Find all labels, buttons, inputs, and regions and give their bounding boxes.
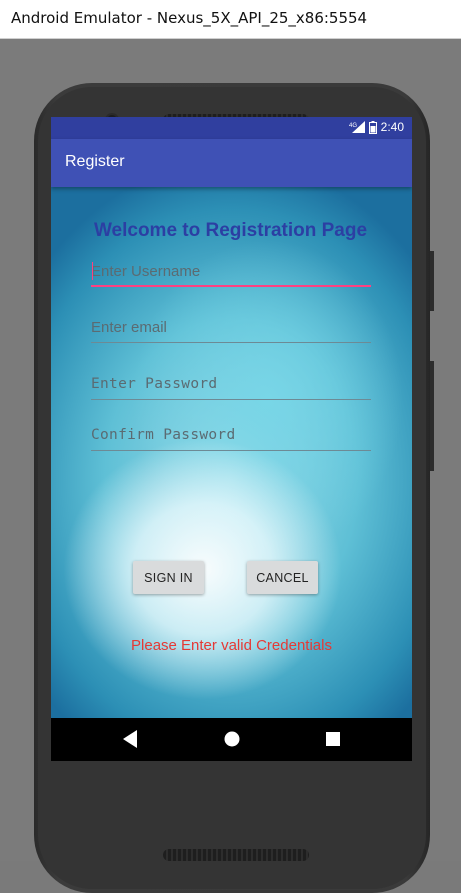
email-field-container (91, 313, 371, 343)
email-underline (91, 342, 371, 343)
volume-button (430, 361, 434, 471)
device-screen: 4G 2:40 Register Welcome to Registration… (51, 117, 412, 761)
password-input[interactable] (91, 370, 371, 398)
bottom-speaker (163, 849, 309, 861)
app-bar-title: Register (65, 153, 125, 170)
window-title: Android Emulator - Nexus_5X_API_25_x86:5… (11, 9, 368, 27)
registration-content: Welcome to Registration Page SIGN IN CAN… (51, 187, 412, 761)
password-field-container (91, 370, 371, 400)
cancel-button[interactable]: CANCEL (247, 561, 318, 594)
confirm-password-input[interactable] (91, 421, 371, 449)
network-type: 4G (349, 123, 357, 129)
battery-icon (368, 120, 377, 134)
confirm-password-field-container (91, 421, 371, 451)
app-bar: Register (51, 139, 412, 187)
confirm-password-underline (91, 450, 371, 451)
recents-icon[interactable] (326, 732, 340, 746)
password-underline (91, 399, 371, 400)
status-bar: 4G 2:40 (51, 117, 412, 139)
signal-icon: 4G (349, 121, 365, 133)
power-button (430, 251, 434, 311)
navigation-bar (51, 718, 412, 761)
sign-in-button[interactable]: SIGN IN (133, 561, 204, 594)
welcome-heading: Welcome to Registration Page (93, 220, 368, 241)
status-time: 2:40 (380, 120, 404, 134)
error-message: Please Enter valid Credentials (131, 637, 332, 654)
emulator-title-bar[interactable]: Android Emulator - Nexus_5X_API_25_x86:5… (0, 0, 461, 39)
email-input[interactable] (91, 313, 371, 341)
username-field-container (91, 257, 371, 287)
home-icon[interactable] (224, 731, 240, 747)
back-icon[interactable] (123, 730, 137, 748)
username-input[interactable] (91, 257, 371, 285)
text-cursor (92, 262, 93, 280)
username-underline (91, 285, 371, 287)
